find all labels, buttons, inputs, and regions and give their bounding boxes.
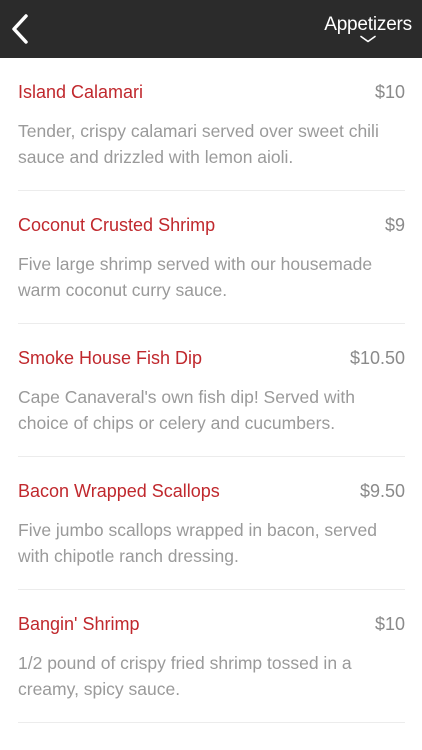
menu-item-description: Five large shrimp served with our housem… — [18, 254, 373, 300]
menu-item-name: Island Calamari — [18, 82, 144, 102]
menu-item-name: Bangin' Shrimp — [18, 614, 140, 634]
menu-item-header: Bangin' Shrimp $10 — [18, 612, 405, 636]
menu-item-header: Island Calamari $10 — [18, 80, 405, 104]
menu-item[interactable]: Bangin' Shrimp $10 1/2 pound of crispy f… — [18, 590, 405, 723]
menu-item[interactable]: Bacon Wrapped Scallops $9.50 Five jumbo … — [18, 457, 405, 590]
menu-item-description: Cape Canaveral's own fish dip! Served wi… — [18, 387, 355, 433]
menu-item-header: Smoke House Fish Dip $10.50 — [18, 346, 405, 370]
menu-item[interactable]: Smoke House Fish Dip $10.50 Cape Canaver… — [18, 324, 405, 457]
menu-item-description: 1/2 pound of crispy fried shrimp tossed … — [18, 653, 352, 699]
menu-item-name: Bacon Wrapped Scallops — [18, 481, 220, 501]
menu-item-header: Coconut Crusted Shrimp $9 — [18, 213, 405, 237]
menu-item-price: $10 — [374, 614, 405, 634]
category-label: Appetizers — [324, 14, 412, 35]
top-bar: Appetizers — [0, 0, 422, 58]
menu-item-name: Coconut Crusted Shrimp — [18, 215, 216, 235]
menu-item-name: Smoke House Fish Dip — [18, 348, 203, 368]
chevron-left-icon — [12, 14, 28, 44]
menu-item-price: $10 — [374, 82, 405, 102]
menu-item-header: Bacon Wrapped Scallops $9.50 — [18, 479, 405, 503]
menu-item-description: Tender, crispy calamari served over swee… — [18, 121, 379, 167]
menu-item-price: $10.50 — [349, 348, 405, 368]
menu-item[interactable]: Island Calamari $10 Tender, crispy calam… — [18, 58, 405, 191]
category-selector[interactable]: Appetizers — [324, 14, 412, 50]
menu-item-price: $9.50 — [359, 481, 405, 501]
menu-item-description: Five jumbo scallops wrapped in bacon, se… — [18, 520, 377, 566]
chevron-down-icon — [360, 35, 376, 43]
menu-list: Island Calamari $10 Tender, crispy calam… — [18, 58, 405, 723]
back-button[interactable] — [6, 9, 34, 49]
menu-item-price: $9 — [384, 215, 405, 235]
menu-item[interactable]: Coconut Crusted Shrimp $9 Five large shr… — [18, 191, 405, 324]
